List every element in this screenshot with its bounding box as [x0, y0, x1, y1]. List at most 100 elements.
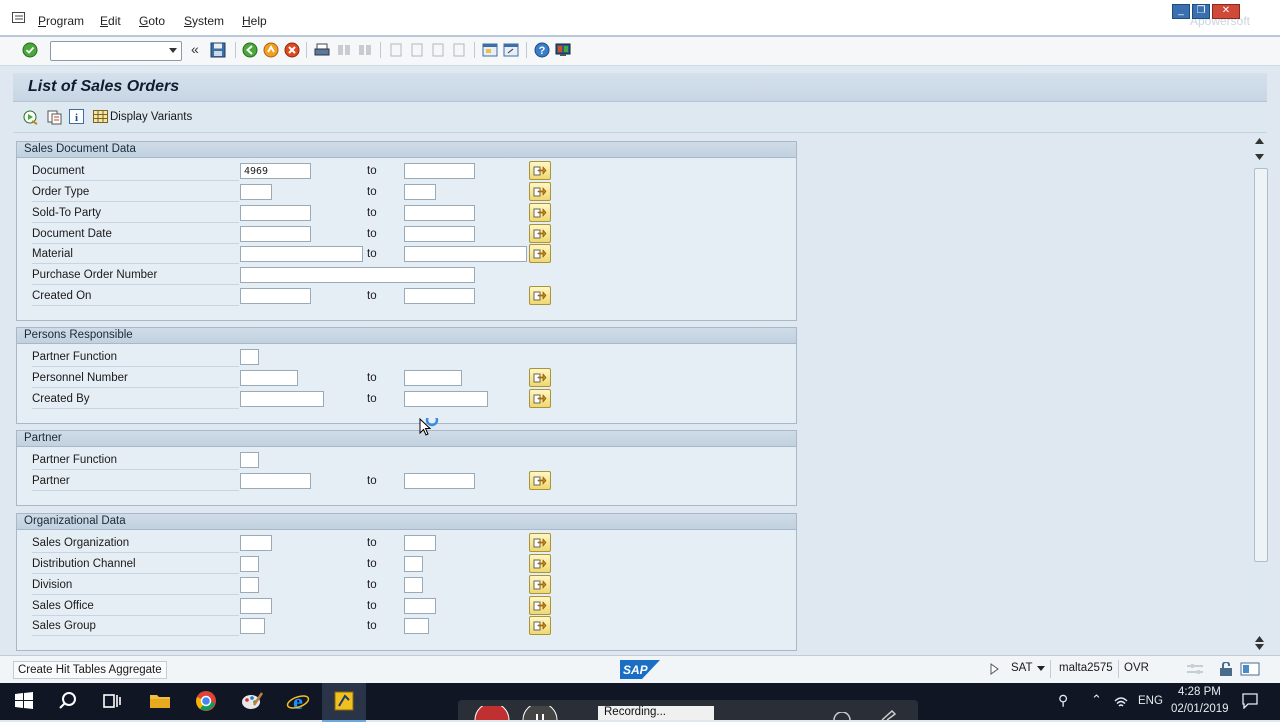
created-by-low-input[interactable]: [240, 391, 324, 407]
print-icon[interactable]: [314, 42, 330, 58]
settings-sliders-icon[interactable]: [1187, 663, 1203, 675]
document-high-input[interactable]: [404, 163, 475, 179]
document-date-low-input[interactable]: [240, 226, 311, 242]
new-session-icon[interactable]: [482, 42, 498, 58]
lock-icon[interactable]: [1219, 662, 1233, 676]
chevron-down-icon[interactable]: [169, 48, 177, 53]
scrollbar-thumb[interactable]: [1254, 168, 1268, 562]
sales-group-low-input[interactable]: [240, 618, 265, 634]
multiple-selection-button[interactable]: [529, 596, 551, 615]
order-type-high-input[interactable]: [404, 184, 436, 200]
chevron-down-icon[interactable]: [1037, 666, 1045, 671]
created-on-low-input[interactable]: [240, 288, 311, 304]
exit-icon[interactable]: [263, 42, 279, 58]
last-page-icon[interactable]: [451, 42, 467, 58]
back-icon[interactable]: [242, 42, 258, 58]
scroll-down-icon[interactable]: [1255, 644, 1264, 650]
multiple-selection-button[interactable]: [529, 244, 551, 263]
scroll-up-icon[interactable]: [1255, 138, 1264, 144]
personnel-number-high-input[interactable]: [404, 370, 462, 386]
scroll-down-icon[interactable]: [1255, 154, 1264, 160]
material-high-input[interactable]: [404, 246, 527, 262]
display-variants-button[interactable]: Display Variants: [110, 111, 192, 123]
multiple-selection-button[interactable]: [529, 554, 551, 573]
sales-organization-high-input[interactable]: [404, 535, 436, 551]
sales-group-high-input[interactable]: [404, 618, 429, 634]
multiple-selection-button[interactable]: [529, 575, 551, 594]
pause-recording-icon[interactable]: [522, 706, 558, 720]
sales-office-high-input[interactable]: [404, 598, 436, 614]
wifi-icon[interactable]: [1114, 696, 1128, 708]
multiple-selection-button[interactable]: [529, 161, 551, 180]
clock-time[interactable]: 4:28 PM: [1178, 686, 1221, 698]
multiple-selection-button[interactable]: [529, 533, 551, 552]
enter-check-icon[interactable]: [22, 42, 38, 58]
sold-to-party-high-input[interactable]: [404, 205, 475, 221]
partner-function-input[interactable]: [240, 349, 259, 365]
minimize-button[interactable]: _: [1172, 4, 1190, 19]
sales-organization-low-input[interactable]: [240, 535, 272, 551]
file-explorer-icon[interactable]: [148, 689, 172, 713]
multiple-selection-button[interactable]: [529, 286, 551, 305]
order-type-low-input[interactable]: [240, 184, 272, 200]
task-view-icon[interactable]: [100, 689, 124, 713]
created-by-high-input[interactable]: [404, 391, 488, 407]
table-grid-icon[interactable]: [93, 110, 108, 123]
document-low-input[interactable]: 4969: [240, 163, 311, 179]
first-page-icon[interactable]: [388, 42, 404, 58]
distribution-channel-low-input[interactable]: [240, 556, 259, 572]
division-low-input[interactable]: [240, 577, 259, 593]
previous-page-icon[interactable]: [409, 42, 425, 58]
purchase-order-number-input[interactable]: [240, 267, 475, 283]
partner-function-input[interactable]: [240, 452, 259, 468]
save-icon[interactable]: [210, 42, 226, 58]
stop-recording-icon[interactable]: [474, 706, 510, 720]
find-icon[interactable]: [336, 42, 352, 58]
internet-explorer-icon[interactable]: e: [286, 689, 310, 713]
multiple-selection-button[interactable]: [529, 471, 551, 490]
layout-menu-icon[interactable]: [555, 42, 571, 58]
close-button[interactable]: ✕: [1212, 4, 1240, 19]
division-high-input[interactable]: [404, 577, 423, 593]
notification-icon[interactable]: [1242, 693, 1258, 709]
multiple-selection-button[interactable]: [529, 182, 551, 201]
chevron-up-icon[interactable]: ⌃: [1091, 692, 1102, 708]
chrome-icon[interactable]: [194, 689, 218, 713]
partner-high-input[interactable]: [404, 473, 475, 489]
command-field[interactable]: [50, 41, 182, 61]
material-low-input[interactable]: [240, 246, 363, 262]
paint-app-icon[interactable]: [240, 689, 264, 713]
multiple-selection-button[interactable]: [529, 368, 551, 387]
find-next-icon[interactable]: [357, 42, 373, 58]
partner-low-input[interactable]: [240, 473, 311, 489]
shortcut-icon[interactable]: [503, 42, 519, 58]
personnel-number-low-input[interactable]: [240, 370, 298, 386]
system-id[interactable]: SAT: [1011, 662, 1033, 674]
multiple-selection-button[interactable]: [529, 203, 551, 222]
people-icon[interactable]: ⚲: [1058, 692, 1068, 709]
multiple-selection-button[interactable]: [529, 389, 551, 408]
execute-icon[interactable]: [23, 110, 39, 125]
sap-menu-icon[interactable]: [12, 12, 26, 24]
menu-help[interactable]: Help: [242, 14, 267, 28]
cancel-icon[interactable]: [284, 42, 300, 58]
language-indicator[interactable]: ENG: [1138, 695, 1163, 707]
scroll-up-icon[interactable]: [1255, 636, 1264, 642]
sales-office-low-input[interactable]: [240, 598, 272, 614]
next-page-icon[interactable]: [430, 42, 446, 58]
restore-button[interactable]: ❐: [1192, 4, 1210, 19]
menu-edit[interactable]: Edit: [100, 14, 121, 28]
sold-to-party-low-input[interactable]: [240, 205, 311, 221]
sap-logon-icon[interactable]: [332, 689, 356, 713]
multiple-selection-button[interactable]: [529, 616, 551, 635]
multiple-selection-button[interactable]: [529, 224, 551, 243]
search-icon[interactable]: [56, 689, 80, 713]
layout-icon[interactable]: [1240, 662, 1260, 676]
distribution-channel-high-input[interactable]: [404, 556, 423, 572]
get-variant-icon[interactable]: [47, 110, 63, 125]
menu-program[interactable]: Program: [38, 14, 84, 28]
info-icon[interactable]: i: [69, 109, 84, 124]
help-icon[interactable]: ?: [534, 42, 550, 58]
double-chevron-left-icon[interactable]: «: [191, 41, 199, 57]
document-date-high-input[interactable]: [404, 226, 475, 242]
